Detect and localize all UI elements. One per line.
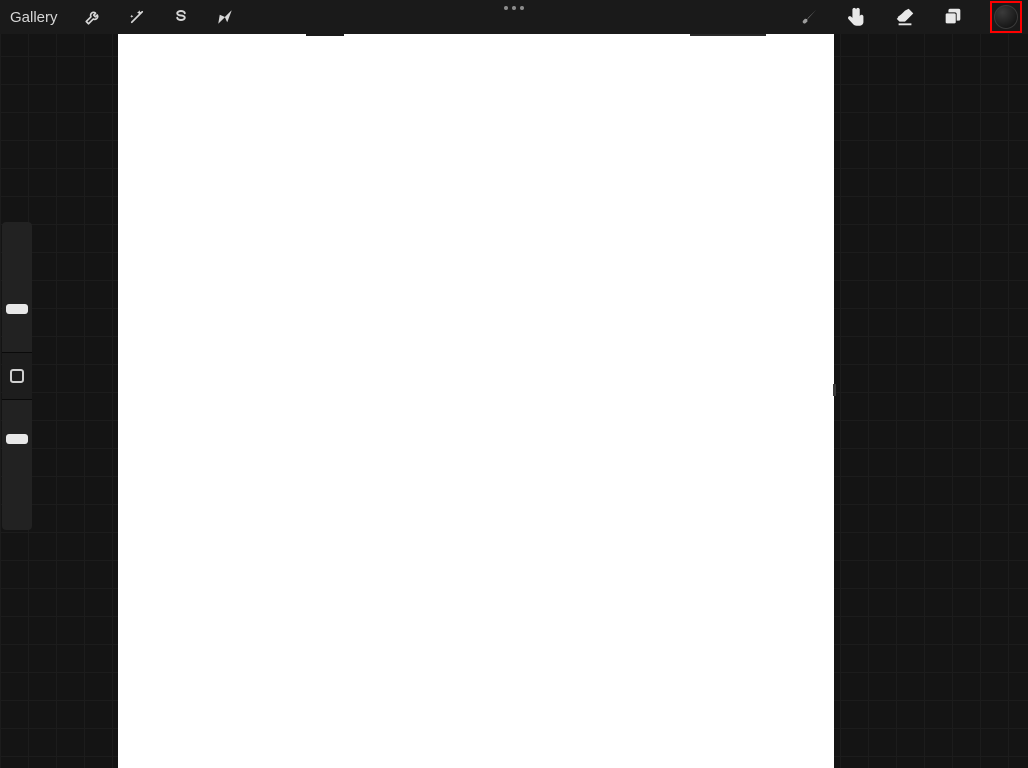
toolbar-left-group: Gallery xyxy=(0,6,236,28)
dot-icon xyxy=(512,6,516,10)
brush-size-slider[interactable] xyxy=(4,222,30,352)
brush-opacity-thumb[interactable] xyxy=(6,434,28,444)
color-picker-highlight xyxy=(990,1,1022,33)
toolbar-right-group xyxy=(798,1,1028,33)
canvas[interactable] xyxy=(118,34,834,768)
dot-icon xyxy=(520,6,524,10)
brush-opacity-slider[interactable] xyxy=(4,400,30,530)
brush-paint-icon[interactable] xyxy=(798,6,820,28)
brush-size-thumb[interactable] xyxy=(6,304,28,314)
adjustments-wand-icon[interactable] xyxy=(126,6,148,28)
color-swatch-button[interactable] xyxy=(994,5,1018,29)
eraser-icon[interactable] xyxy=(894,6,916,28)
dot-icon xyxy=(504,6,508,10)
transform-arrow-icon[interactable] xyxy=(214,6,236,28)
sidebar-modify-button[interactable] xyxy=(2,352,32,400)
left-sidebar xyxy=(2,222,32,530)
smudge-finger-icon[interactable] xyxy=(846,6,868,28)
layers-icon[interactable] xyxy=(942,6,964,28)
canvas-edge-mark xyxy=(833,384,836,396)
actions-wrench-icon[interactable] xyxy=(82,6,104,28)
modify-menu-dots[interactable] xyxy=(504,6,524,10)
gallery-button[interactable]: Gallery xyxy=(8,7,60,28)
top-toolbar: Gallery xyxy=(0,0,1028,34)
square-icon xyxy=(10,369,24,383)
selection-s-icon[interactable] xyxy=(170,6,192,28)
